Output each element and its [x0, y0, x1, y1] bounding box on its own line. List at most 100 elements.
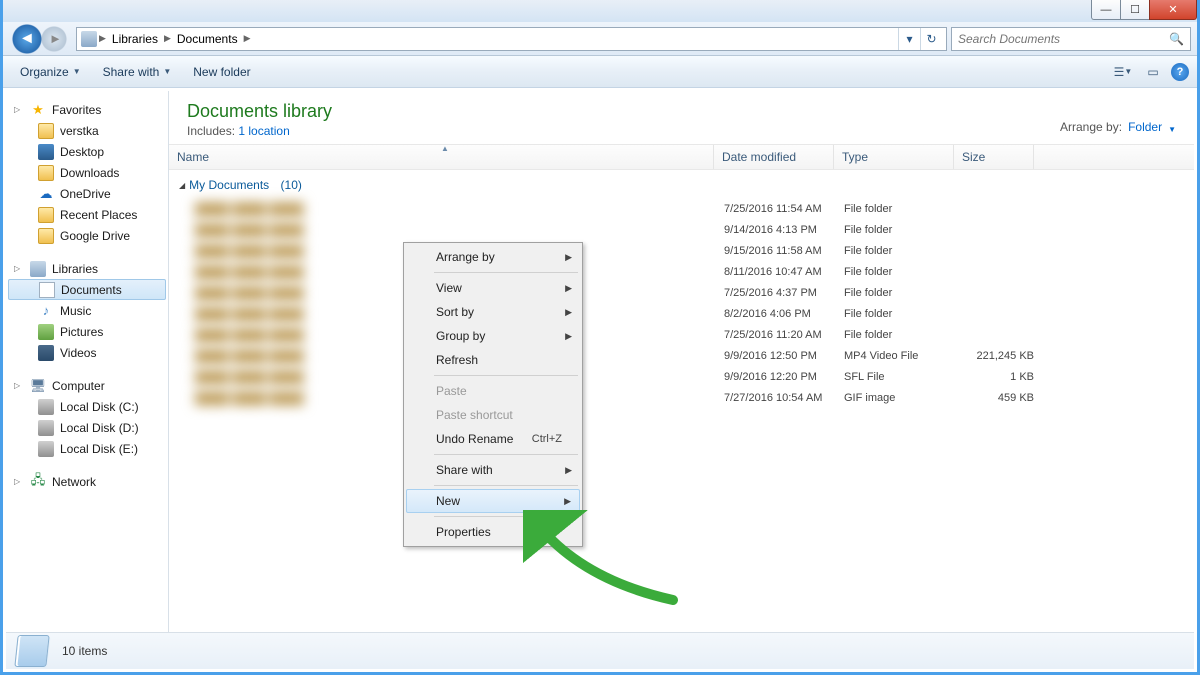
context-menu-group-by[interactable]: Group by▶ [406, 324, 580, 348]
desktop-icon [38, 144, 54, 160]
help-icon[interactable]: ? [1171, 63, 1189, 81]
file-date: 9/14/2016 4:13 PM [724, 224, 844, 236]
file-type: File folder [844, 224, 964, 236]
chevron-right-icon[interactable]: ▶ [99, 33, 106, 44]
context-menu-separator [434, 516, 578, 517]
collapse-icon[interactable]: ◢ [179, 181, 185, 190]
context-menu-separator [434, 485, 578, 486]
file-date: 7/25/2016 11:54 AM [724, 203, 844, 215]
sidebar-item-drive-d[interactable]: Local Disk (D:) [6, 417, 168, 438]
file-list[interactable]: ◢ My Documents (10) ████ ████ ████7/25/2… [169, 170, 1194, 632]
organize-button[interactable]: Organize▼ [11, 60, 90, 84]
context-menu-separator [434, 375, 578, 376]
chevron-right-icon: ▶ [565, 283, 572, 294]
computer-icon: 🖥 [30, 378, 46, 394]
sidebar-computer-header[interactable]: ▷🖥Computer [6, 375, 168, 396]
maximize-button[interactable]: ☐ [1120, 0, 1150, 20]
file-type: File folder [844, 308, 964, 320]
sidebar-item-videos[interactable]: Videos [6, 342, 168, 363]
cloud-icon: ☁ [38, 186, 54, 202]
star-icon: ★ [30, 102, 46, 118]
file-row[interactable]: ████ ████ ████9/9/2016 12:20 PMSFL File1… [177, 366, 1194, 387]
column-date[interactable]: Date modified [714, 145, 834, 169]
column-type[interactable]: Type [834, 145, 954, 169]
sidebar-item-drive-c[interactable]: Local Disk (C:) [6, 396, 168, 417]
sidebar-favorites-header[interactable]: ▷★Favorites [6, 99, 168, 120]
sidebar-libraries-header[interactable]: ▷Libraries [6, 258, 168, 279]
search-icon[interactable]: 🔍 [1169, 32, 1184, 46]
drive-icon [38, 399, 54, 415]
file-type: SFL File [844, 371, 964, 383]
sidebar-item-downloads[interactable]: Downloads [6, 162, 168, 183]
chevron-down-icon[interactable]: ▼ [1168, 125, 1176, 134]
close-button[interactable]: ✕ [1149, 0, 1197, 20]
music-icon: ♪ [38, 303, 54, 319]
sidebar-item-documents[interactable]: Documents [8, 279, 166, 300]
new-folder-button[interactable]: New folder [184, 60, 259, 84]
breadcrumb-libraries[interactable]: Libraries [108, 30, 162, 48]
context-menu-paste-shortcut: Paste shortcut [406, 403, 580, 427]
context-menu-undo-rename[interactable]: Undo RenameCtrl+Z [406, 427, 580, 451]
view-options-button[interactable]: ☰ ▼ [1111, 62, 1135, 82]
file-type: File folder [844, 245, 964, 257]
sidebar-item-music[interactable]: ♪Music [6, 300, 168, 321]
context-menu-new[interactable]: New▶ [406, 489, 580, 513]
sidebar-item-drive-e[interactable]: Local Disk (E:) [6, 438, 168, 459]
chevron-right-icon: ▶ [565, 307, 572, 318]
column-name[interactable]: Name▲ [169, 145, 714, 169]
group-header[interactable]: ◢ My Documents (10) [177, 174, 1194, 198]
context-menu-sort-by[interactable]: Sort by▶ [406, 300, 580, 324]
file-type: GIF image [844, 392, 964, 404]
folder-icon [38, 165, 54, 181]
includes-link[interactable]: 1 location [238, 124, 289, 138]
sidebar-item-desktop[interactable]: Desktop [6, 141, 168, 162]
file-row[interactable]: ████ ████ ████7/25/2016 11:20 AMFile fol… [177, 324, 1194, 345]
arrange-by-value[interactable]: Folder [1128, 120, 1162, 134]
search-box[interactable]: 🔍 [951, 27, 1191, 51]
chevron-right-icon: ▶ [565, 331, 572, 342]
window-titlebar: — ☐ ✕ [3, 0, 1197, 22]
refresh-button[interactable]: ↻ [920, 28, 942, 50]
file-row[interactable]: ████ ████ ████8/11/2016 10:47 AMFile fol… [177, 261, 1194, 282]
sidebar-item-gdrive[interactable]: Google Drive [6, 225, 168, 246]
breadcrumb-documents[interactable]: Documents [173, 30, 242, 48]
file-date: 7/27/2016 10:54 AM [724, 392, 844, 404]
file-row[interactable]: ████ ████ ████7/25/2016 11:54 AMFile fol… [177, 198, 1194, 219]
file-type: File folder [844, 287, 964, 299]
share-with-button[interactable]: Share with▼ [94, 60, 181, 84]
sidebar-item-verstka[interactable]: verstka [6, 120, 168, 141]
status-folder-icon [14, 635, 49, 667]
file-date: 8/2/2016 4:06 PM [724, 308, 844, 320]
sidebar-item-pictures[interactable]: Pictures [6, 321, 168, 342]
context-menu-view[interactable]: View▶ [406, 276, 580, 300]
minimize-button[interactable]: — [1091, 0, 1121, 20]
chevron-right-icon[interactable]: ▶ [164, 33, 171, 44]
file-date: 7/25/2016 11:20 AM [724, 329, 844, 341]
address-bar[interactable]: ▶ Libraries ▶ Documents ▶ ▾ ↻ [76, 27, 947, 51]
context-menu-share-with[interactable]: Share with▶ [406, 458, 580, 482]
folder-icon [38, 123, 54, 139]
chevron-down-icon: ▼ [73, 67, 81, 76]
context-menu-arrange-by[interactable]: Arrange by▶ [406, 245, 580, 269]
file-row[interactable]: ████ ████ ████8/2/2016 4:06 PMFile folde… [177, 303, 1194, 324]
context-menu-properties[interactable]: Properties [406, 520, 580, 544]
context-menu-refresh[interactable]: Refresh [406, 348, 580, 372]
address-dropdown-button[interactable]: ▾ [898, 28, 920, 50]
libraries-icon [81, 31, 97, 47]
column-size[interactable]: Size [954, 145, 1034, 169]
file-row[interactable]: ████ ████ ████9/14/2016 4:13 PMFile fold… [177, 219, 1194, 240]
file-row[interactable]: ████ ████ ████7/25/2016 4:37 PMFile fold… [177, 282, 1194, 303]
file-type: File folder [844, 203, 964, 215]
sidebar-item-recent[interactable]: Recent Places [6, 204, 168, 225]
sidebar-item-onedrive[interactable]: ☁OneDrive [6, 183, 168, 204]
file-row[interactable]: ████ ████ ████9/15/2016 11:58 AMFile fol… [177, 240, 1194, 261]
file-row[interactable]: ████ ████ ████9/9/2016 12:50 PMMP4 Video… [177, 345, 1194, 366]
forward-button[interactable]: ► [49, 31, 62, 46]
chevron-right-icon[interactable]: ▶ [244, 33, 251, 44]
preview-pane-button[interactable]: ▭ [1141, 62, 1165, 82]
search-input[interactable] [958, 32, 1169, 46]
sidebar-network-header[interactable]: ▷🖧Network [6, 471, 168, 492]
file-type: File folder [844, 329, 964, 341]
back-button[interactable]: ◄ [19, 30, 35, 48]
file-row[interactable]: ████ ████ ████7/27/2016 10:54 AMGIF imag… [177, 387, 1194, 408]
